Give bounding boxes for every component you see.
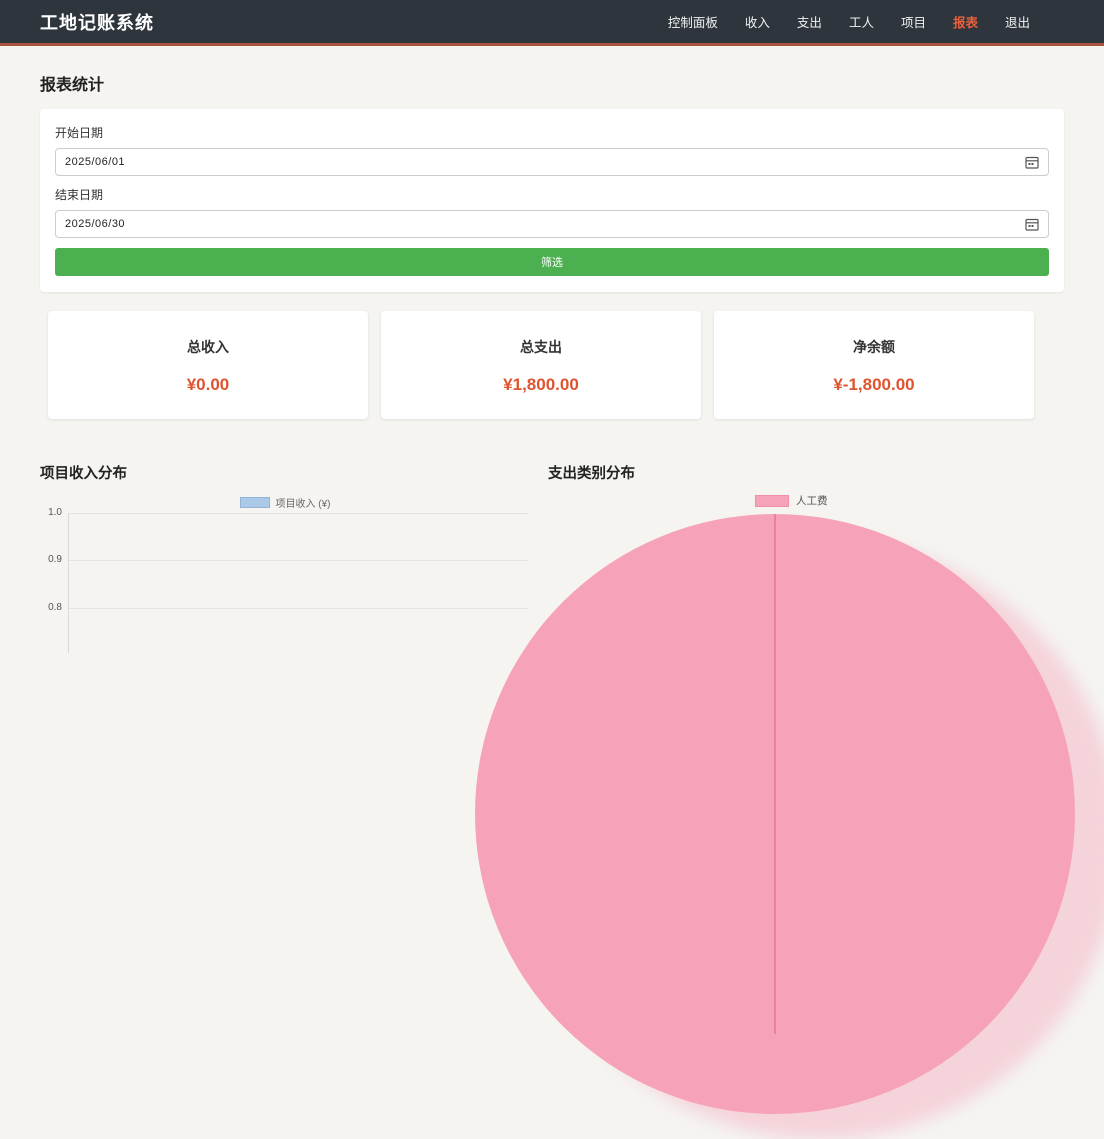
filter-button[interactable]: 筛选 — [55, 248, 1049, 276]
expense-legend-swatch-icon — [755, 495, 789, 507]
nav-item-workers[interactable]: 工人 — [849, 16, 874, 30]
income-bar-chart-canvas: 1.0 0.9 0.8 — [40, 509, 530, 649]
main-nav: 控制面板 收入 支出 工人 项目 报表 退出 — [668, 12, 1030, 32]
navbar: 工地记账系统 控制面板 收入 支出 工人 项目 报表 退出 — [0, 0, 1104, 46]
gridline — [68, 560, 528, 561]
income-chart-heading: 项目收入分布 — [40, 465, 530, 483]
start-date-value: 2025/06/01 — [65, 156, 125, 168]
nav-item-projects[interactable]: 项目 — [901, 16, 926, 30]
y-tick-label: 0.8 — [40, 602, 62, 613]
net-balance-value: ¥-1,800.00 — [714, 375, 1034, 395]
y-axis-line — [68, 513, 69, 653]
calendar-icon[interactable] — [1025, 218, 1039, 231]
expense-chart-heading: 支出类别分布 — [548, 465, 1064, 483]
expense-chart-legend: 人工费 — [755, 493, 828, 508]
nav-item-reports[interactable]: 报表 — [953, 16, 978, 30]
total-expense-value: ¥1,800.00 — [381, 375, 701, 395]
gridline — [68, 513, 528, 514]
income-legend-swatch-icon — [240, 497, 270, 508]
nav-item-logout[interactable]: 退出 — [1005, 16, 1030, 30]
y-tick-label: 0.9 — [40, 554, 62, 565]
nav-item-income[interactable]: 收入 — [745, 16, 770, 30]
income-chart-section: 项目收入分布 项目收入 (¥) 1.0 0.9 0.8 — [40, 465, 530, 649]
total-expense-card: 总支出 ¥1,800.00 — [381, 311, 701, 419]
start-date-input[interactable]: 2025/06/01 — [55, 148, 1049, 176]
main-content: 报表统计 开始日期 2025/06/01 结束日期 2025/06/30 — [0, 71, 1104, 649]
total-income-card: 总收入 ¥0.00 — [48, 311, 368, 419]
summary-cards-row: 总收入 ¥0.00 总支出 ¥1,800.00 净余额 ¥-1,800.00 — [48, 311, 1034, 419]
nav-links: 控制面板 收入 支出 工人 项目 报表 退出 — [668, 12, 1030, 32]
expense-chart-section: 支出类别分布 人工费 — [548, 465, 1064, 649]
end-date-label: 结束日期 — [55, 186, 1049, 203]
total-income-title: 总收入 — [48, 337, 368, 357]
gridline — [68, 608, 528, 609]
net-balance-card: 净余额 ¥-1,800.00 — [714, 311, 1034, 419]
calendar-icon[interactable] — [1025, 156, 1039, 169]
app-title: 工地记账系统 — [40, 9, 154, 35]
y-tick-label: 1.0 — [40, 507, 62, 518]
start-date-label: 开始日期 — [55, 124, 1049, 141]
end-date-input[interactable]: 2025/06/30 — [55, 210, 1049, 238]
nav-item-dashboard[interactable]: 控制面板 — [668, 16, 718, 30]
date-filter-card: 开始日期 2025/06/01 结束日期 2025/06/30 — [40, 109, 1064, 292]
pie-slice-divider — [774, 514, 776, 1034]
charts-row: 项目收入分布 项目收入 (¥) 1.0 0.9 0.8 支出类别分布 人工费 — [40, 465, 1064, 649]
income-legend-label: 项目收入 (¥) — [276, 495, 331, 510]
end-date-value: 2025/06/30 — [65, 218, 125, 230]
total-expense-title: 总支出 — [381, 337, 701, 357]
nav-item-expense[interactable]: 支出 — [797, 16, 822, 30]
net-balance-title: 净余额 — [714, 337, 1034, 357]
expense-legend-label: 人工费 — [796, 493, 828, 508]
income-chart-legend: 项目收入 (¥) — [40, 496, 530, 509]
total-income-value: ¥0.00 — [48, 375, 368, 395]
page-title: 报表统计 — [40, 71, 1064, 95]
